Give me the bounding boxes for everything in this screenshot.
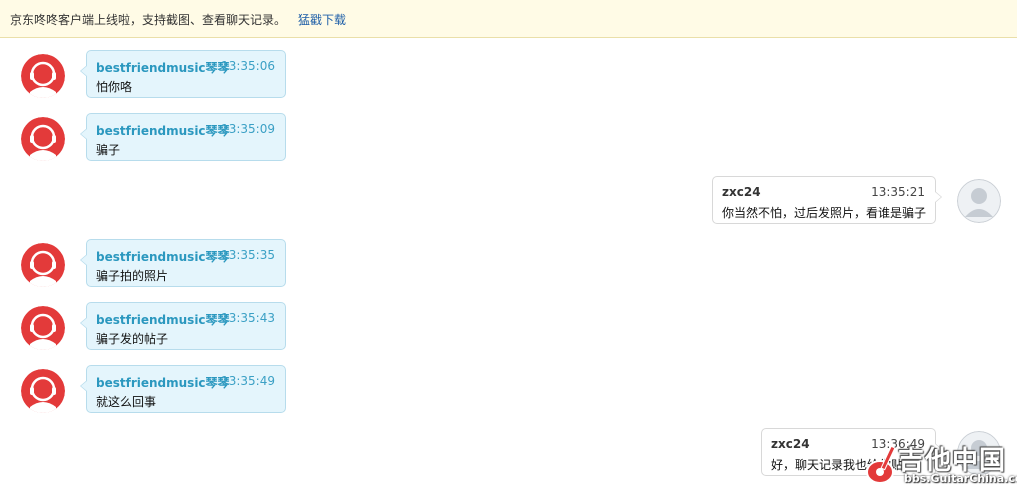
sender-name[interactable]: bestfriendmusic琴琴: [96, 59, 230, 76]
sender-name[interactable]: zxc24: [722, 185, 761, 199]
message-bubble: bestfriendmusic琴琴 13:35:35 骗子拍的照片: [80, 239, 286, 287]
message-text: 就这么回事: [96, 395, 157, 409]
message-time: 13:35:06: [221, 59, 275, 73]
sender-name[interactable]: zxc24: [771, 437, 810, 451]
message-text: 你当然不怕，过后发照片，看谁是骗子: [722, 206, 927, 220]
sender-name[interactable]: bestfriendmusic琴琴: [96, 248, 230, 265]
message-text: 骗子拍的照片: [96, 269, 169, 283]
message-bubble: bestfriendmusic琴琴 13:35:43 骗子发的帖子: [80, 302, 286, 350]
sender-name[interactable]: bestfriendmusic琴琴: [96, 374, 230, 391]
message-bubble: bestfriendmusic琴琴 13:35:09 骗子: [80, 113, 286, 161]
message-time: 13:35:21: [871, 185, 925, 199]
notice-banner: 京东咚咚客户端上线啦，支持截图、查看聊天记录。 猛戳下载: [0, 0, 1017, 38]
message-time: 13:35:49: [221, 374, 275, 388]
chat-history[interactable]: bestfriendmusic琴琴 13:35:06 怕你咯 bestfrien…: [0, 39, 1017, 491]
watermark-url: bbs.GuitarChina.com: [904, 472, 1017, 485]
message-text: 怕你咯: [96, 80, 133, 94]
message-text: 骗子发的帖子: [96, 332, 169, 346]
message-bubble: bestfriendmusic琴琴 13:35:06 怕你咯: [80, 50, 286, 98]
site-watermark: 吉他中国 bbs.GuitarChina.com: [862, 440, 1017, 488]
support-agent-icon[interactable]: [21, 117, 65, 161]
default-user-icon[interactable]: [957, 179, 1001, 223]
support-agent-icon[interactable]: [21, 306, 65, 350]
support-agent-icon[interactable]: [21, 243, 65, 287]
message-time: 13:35:35: [221, 248, 275, 262]
support-agent-icon[interactable]: [21, 369, 65, 413]
notice-text: 京东咚咚客户端上线啦，支持截图、查看聊天记录。: [10, 13, 287, 27]
message-time: 13:35:43: [221, 311, 275, 325]
message-text: 骗子: [96, 143, 121, 157]
guitar-logo-icon: [866, 445, 896, 484]
message-bubble: bestfriendmusic琴琴 13:35:49 就这么回事: [80, 365, 286, 413]
sender-name[interactable]: bestfriendmusic琴琴: [96, 311, 230, 328]
message-time: 13:35:09: [221, 122, 275, 136]
message-bubble: zxc24 13:35:21 你当然不怕，过后发照片，看谁是骗子: [712, 176, 942, 224]
download-link[interactable]: 猛戳下载: [298, 11, 346, 28]
sender-name[interactable]: bestfriendmusic琴琴: [96, 122, 230, 139]
support-agent-icon[interactable]: [21, 54, 65, 98]
